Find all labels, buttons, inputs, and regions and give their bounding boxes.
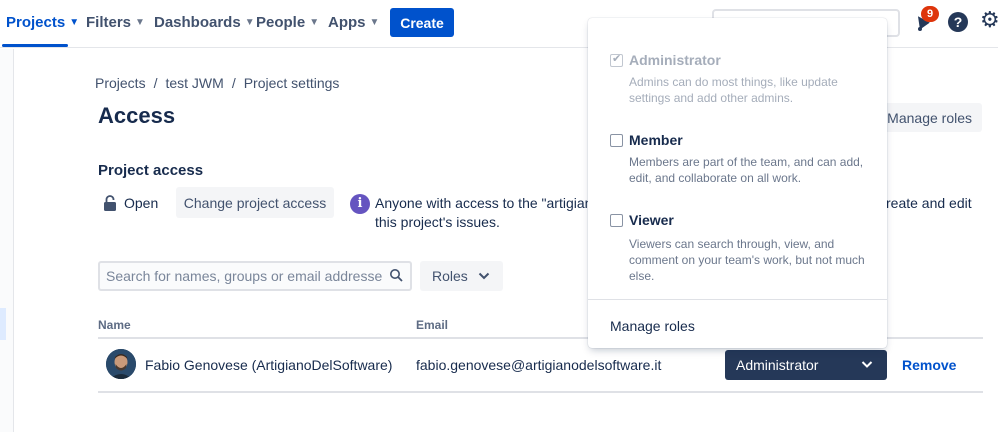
member-search-input[interactable]: [98, 261, 412, 291]
project-access-title: Project access: [98, 162, 204, 179]
member-email: fabio.genovese@artigianodelsoftware.it: [416, 357, 662, 373]
role-option-title: Viewer: [629, 212, 674, 228]
change-project-access-button[interactable]: Change project access: [176, 187, 334, 218]
member-name: Fabio Genovese (ArtigianoDelSoftware): [145, 357, 393, 373]
nav-dashboards[interactable]: Dashboards ▼: [154, 14, 255, 31]
nav-apps[interactable]: Apps ▼: [328, 14, 379, 31]
active-nav-indicator: [2, 44, 68, 47]
roles-filter-button[interactable]: Roles: [420, 261, 503, 291]
access-info-text: Anyone with access to the "artigianc: [375, 195, 590, 211]
member-checkbox[interactable]: [610, 134, 623, 147]
dropdown-divider: [588, 299, 887, 300]
breadcrumb-settings[interactable]: Project settings: [244, 75, 340, 91]
notification-badge: 9: [921, 6, 939, 22]
role-dropdown-menu: Administrator Admins can do most things,…: [588, 18, 887, 348]
nav-projects[interactable]: Projects ▼: [6, 14, 79, 31]
avatar: [106, 349, 136, 379]
role-option-title: Member: [629, 132, 683, 148]
breadcrumb: Projects / test JWM / Project settings: [95, 75, 339, 91]
manage-roles-button[interactable]: Manage roles: [880, 103, 982, 132]
sidebar-active-marker: [0, 308, 6, 340]
access-info-text-end: reate and edit: [886, 195, 972, 211]
create-button[interactable]: Create: [390, 8, 454, 37]
chevron-down-icon: ▼: [135, 17, 145, 28]
access-info-text-line2: this project's issues.: [375, 214, 500, 230]
chevron-down-icon: ▼: [244, 17, 255, 28]
role-option-description: Members are part of the team, and can ad…: [629, 155, 864, 185]
remove-member-button[interactable]: Remove: [902, 357, 956, 373]
role-select[interactable]: Administrator: [725, 350, 887, 380]
role-option-description: Admins can do most things, like update s…: [629, 75, 838, 105]
chevron-down-icon: ▼: [309, 17, 320, 28]
chevron-down-icon: [861, 361, 873, 368]
chevron-down-icon: ▼: [69, 17, 80, 28]
column-header-name: Name: [98, 318, 131, 332]
viewer-checkbox[interactable]: [610, 214, 623, 227]
breadcrumb-project[interactable]: test JWM: [165, 75, 223, 91]
settings-gear-icon[interactable]: ⚙: [980, 9, 998, 31]
chevron-down-icon: [478, 272, 490, 280]
lock-icon: [104, 195, 116, 211]
role-option-title: Administrator: [629, 52, 721, 68]
administrator-checkbox: [610, 52, 623, 67]
page-title: Access: [98, 103, 176, 128]
nav-filters[interactable]: Filters ▼: [86, 14, 145, 31]
table-row-divider: [98, 391, 983, 393]
search-icon: [390, 269, 403, 282]
sidebar-collapsed: [0, 49, 14, 432]
breadcrumb-projects[interactable]: Projects: [95, 75, 146, 91]
access-status: Open: [124, 195, 159, 211]
dropdown-manage-roles-link[interactable]: Manage roles: [610, 318, 695, 334]
breadcrumb-separator: /: [231, 75, 236, 91]
help-icon[interactable]: ?: [948, 12, 968, 32]
breadcrumb-separator: /: [153, 75, 158, 91]
role-option-description: Viewers can search through, view, and co…: [629, 237, 865, 283]
column-header-email: Email: [416, 318, 449, 332]
info-icon: i: [350, 194, 370, 214]
nav-people[interactable]: People ▼: [256, 14, 319, 31]
chevron-down-icon: ▼: [369, 17, 380, 28]
